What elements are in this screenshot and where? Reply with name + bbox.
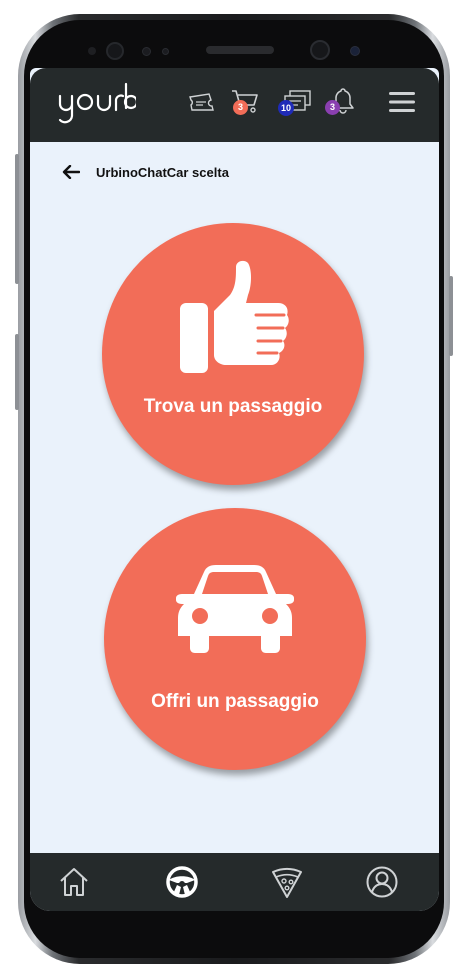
app-screen: yourb 3 10 3 (30, 68, 439, 911)
back-navigation[interactable]: UrbinoChatCar scelta (62, 162, 229, 182)
page-title: UrbinoChatCar scelta (96, 164, 229, 180)
sensor-dot (88, 47, 96, 55)
app-logo[interactable] (56, 82, 136, 128)
thumbs-up-icon (180, 260, 289, 373)
profile-icon[interactable] (365, 865, 399, 899)
app-header: yourb 3 10 3 (30, 68, 439, 142)
home-icon[interactable] (57, 865, 91, 899)
car-icon (176, 565, 294, 653)
notifications-badge: 3 (325, 100, 340, 115)
speaker-grille (206, 46, 274, 54)
find-ride-label: Trova un passaggio (143, 396, 323, 417)
iris-camera-icon (310, 40, 330, 60)
pizza-icon[interactable] (270, 865, 304, 899)
offer-ride-button[interactable]: Offri un passaggio (104, 508, 366, 770)
front-camera-icon (106, 42, 124, 60)
bottom-navigation (30, 853, 439, 911)
find-ride-button[interactable]: Trova un passaggio (102, 223, 364, 485)
steering-wheel-icon[interactable] (165, 865, 199, 899)
messages-badge: 10 (278, 100, 294, 116)
side-button-right (449, 276, 453, 356)
sensor-dot (142, 47, 151, 56)
sensor-dot (350, 46, 360, 56)
side-button-left-1 (15, 154, 19, 284)
sensor-dot (162, 48, 169, 55)
back-arrow-icon[interactable] (62, 165, 80, 179)
cart-badge: 3 (233, 100, 248, 115)
side-button-left-2 (15, 334, 19, 410)
menu-icon[interactable] (388, 90, 416, 114)
offer-ride-label: Offri un passaggio (151, 691, 319, 712)
ticket-icon[interactable] (187, 91, 215, 113)
